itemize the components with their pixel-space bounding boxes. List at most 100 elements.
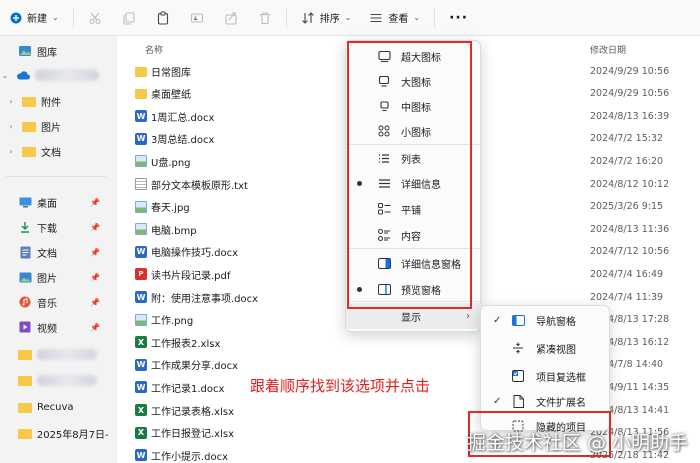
file-name: 工作日报登记.xlsx	[151, 429, 235, 441]
sidebar-item-onedrive[interactable]: ⌄	[0, 64, 110, 86]
word-doc-icon: W	[135, 358, 147, 371]
sidebar-item-gallery[interactable]: 图库	[0, 40, 110, 62]
sidebar-item-blurred-folder[interactable]	[0, 369, 110, 391]
chevron-right-icon[interactable]: ›	[6, 122, 16, 131]
sidebar-item-label: 图片	[41, 122, 61, 134]
sidebar-item-label: 桌面	[37, 198, 57, 210]
compact-view-icon	[511, 341, 525, 355]
copy-button[interactable]	[116, 4, 142, 32]
blurred-account-name	[35, 69, 99, 81]
desktop-icon	[18, 196, 32, 208]
sidebar-item-dated-folder[interactable]: 2025年8月7日-	[0, 422, 110, 444]
quick-access-desktop[interactable]: 桌面 📌	[0, 191, 110, 213]
sidebar-divider	[6, 176, 106, 177]
file-row[interactable]: W 工作成果分享.docx 2024/7/8 14:40	[117, 354, 700, 376]
image-file-icon	[135, 313, 147, 326]
submenu-item-label: 文件扩展名	[536, 397, 586, 409]
sidebar-item-attachments[interactable]: › 附件	[0, 90, 110, 112]
file-name: 工作.png	[151, 316, 194, 328]
quick-access-music[interactable]: 音乐 📌	[0, 291, 110, 313]
sidebar-item-pictures[interactable]: › 图片	[0, 115, 110, 137]
chevron-right-icon[interactable]: ›	[6, 147, 16, 156]
document-icon	[18, 246, 32, 258]
pin-icon[interactable]: 📌	[90, 273, 100, 282]
sidebar-item-recuva[interactable]: Recuva	[0, 396, 110, 418]
column-header-date-modified[interactable]: 修改日期	[590, 40, 626, 58]
folder-icon	[18, 428, 32, 439]
image-file-icon	[135, 155, 147, 168]
picture-icon	[18, 271, 32, 283]
chevron-right-icon[interactable]: ›	[6, 97, 16, 106]
plus-icon	[10, 12, 22, 24]
folder-icon	[135, 89, 147, 100]
submenu-item-compact-view[interactable]: 紧凑视图	[481, 335, 611, 361]
cut-button[interactable]	[82, 4, 108, 32]
file-date-modified: 2025/3/26 9:15	[590, 201, 664, 213]
more-options-button[interactable]: ···	[443, 4, 474, 32]
file-name: 工作小提示.docx	[151, 451, 229, 463]
file-date-modified: 2024/8/13 11:36	[590, 223, 670, 235]
sort-icon	[301, 11, 315, 25]
quick-access-documents[interactable]: 文档 📌	[0, 241, 110, 263]
sort-button[interactable]: 排序 ⌄	[295, 4, 358, 32]
column-header-name[interactable]: 名称	[145, 40, 163, 58]
chevron-right-icon: ›	[466, 310, 470, 322]
gallery-icon	[18, 45, 32, 57]
file-name: 工作记录表格.xlsx	[151, 406, 235, 418]
quick-access-pictures[interactable]: 图片 📌	[0, 266, 110, 288]
file-date-modified: 2024/7/4 16:49	[590, 268, 664, 280]
new-button[interactable]: 新建 ⌄	[4, 4, 65, 32]
chevron-down-icon[interactable]: ⌄	[0, 71, 10, 80]
sidebar-item-label: 附件	[41, 97, 61, 109]
file-date-modified: 2024/8/12 10:12	[590, 178, 670, 190]
share-button[interactable]	[218, 4, 244, 32]
excel-sheet-icon: X	[135, 404, 147, 416]
toolbar-divider	[434, 8, 436, 27]
folder-icon	[135, 66, 147, 77]
item-checkbox-icon	[511, 369, 525, 383]
folder-icon	[18, 375, 32, 386]
sidebar-item-blurred-folder[interactable]	[0, 343, 110, 365]
pin-icon[interactable]: 📌	[90, 298, 100, 307]
file-name: 电脑.bmp	[151, 225, 197, 237]
file-extension-icon	[511, 394, 525, 408]
submenu-item-label: 导航窗格	[536, 316, 576, 328]
pin-icon[interactable]: 📌	[90, 248, 100, 257]
sort-label: 排序	[319, 14, 340, 25]
sidebar-item-label: 文档	[37, 248, 57, 260]
toolbar-divider	[72, 8, 74, 27]
quick-access-videos[interactable]: 视频 📌	[0, 316, 110, 338]
file-name: 附：使用注意事项.docx	[151, 293, 259, 305]
folder-icon	[22, 146, 36, 157]
image-file-icon	[135, 200, 147, 213]
cloud-icon	[16, 69, 30, 81]
word-doc-icon: W	[135, 449, 147, 462]
sidebar-item-documents[interactable]: › 文档	[0, 140, 110, 162]
sidebar-item-label: 图库	[37, 47, 57, 59]
sidebar-item-label: 视频	[37, 323, 57, 335]
sidebar-item-label: Recuva	[37, 401, 74, 413]
quick-access-downloads[interactable]: 下载 📌	[0, 216, 110, 238]
sidebar-item-label: 下载	[37, 223, 57, 235]
rename-button[interactable]	[184, 4, 210, 32]
file-row[interactable]: X 工作报表2.xlsx 2024/8/13 16:12	[117, 331, 700, 353]
submenu-item-navigation-pane[interactable]: ✓ 导航窗格	[481, 307, 611, 333]
paste-button[interactable]	[150, 4, 176, 32]
pin-icon[interactable]: 📌	[90, 323, 100, 332]
delete-button[interactable]	[252, 4, 278, 32]
word-doc-icon: W	[135, 291, 147, 303]
file-row[interactable]: X 工作记录表格.xlsx 2024/8/13 14:41	[117, 399, 700, 421]
download-icon	[18, 221, 32, 233]
submenu-item-label: 项目复选框	[536, 372, 586, 384]
file-name: 工作成果分享.docx	[151, 361, 239, 373]
pin-icon[interactable]: 📌	[90, 223, 100, 232]
trash-icon	[258, 11, 272, 25]
pin-icon[interactable]: 📌	[90, 198, 100, 207]
blurred-folder-name	[37, 374, 97, 386]
excel-sheet-icon: X	[135, 336, 147, 349]
submenu-item-item-checkbox[interactable]: 项目复选框	[481, 363, 611, 389]
menu-item-label: 显示	[401, 312, 421, 324]
word-doc-icon: W	[135, 381, 147, 394]
view-button[interactable]: 查看 ⌄	[363, 4, 426, 32]
instruction-text: 跟着顺序找到该选项并点击	[250, 377, 431, 395]
